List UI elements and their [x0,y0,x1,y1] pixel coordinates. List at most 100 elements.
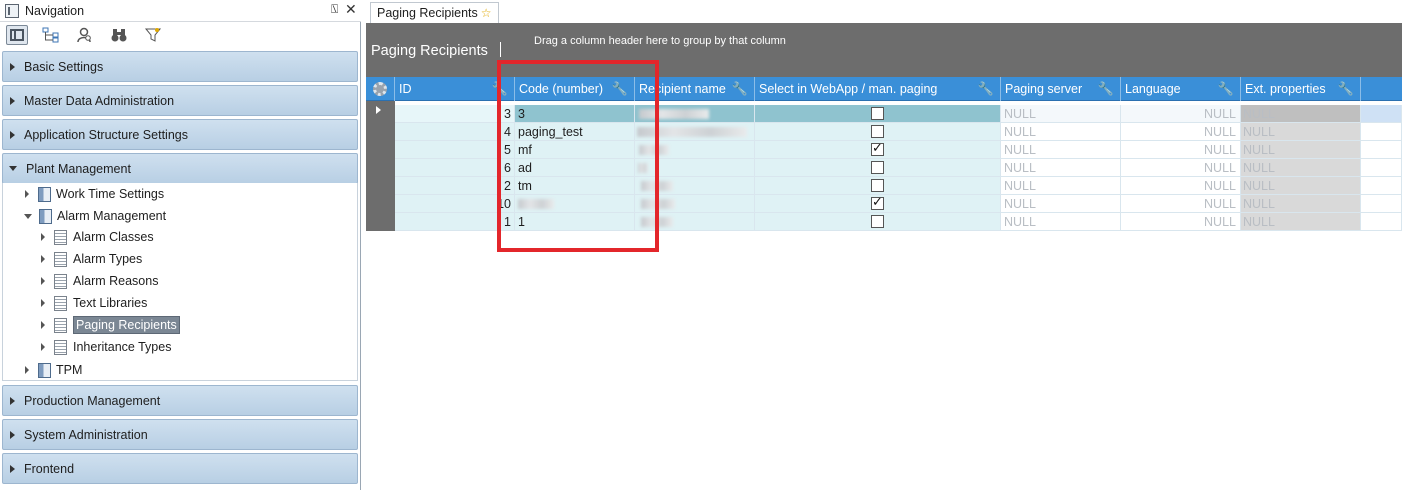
cell-paging-server[interactable]: NULL [1001,159,1121,177]
section-production-management[interactable]: Production Management [2,385,358,416]
table-row[interactable]: 4 paging_test NULL NULL NULL [395,123,1402,141]
table-row[interactable]: 6 ad NULL NULL NULL [395,159,1402,177]
checkbox-checked[interactable] [871,195,884,210]
section-frontend[interactable]: Frontend [2,453,358,484]
cell-code[interactable]: 3 [515,105,635,123]
cell-language[interactable]: NULL [1121,213,1241,231]
cell-code[interactable]: tm [515,177,635,195]
hierarchy-icon[interactable] [40,25,62,45]
checkbox-checked[interactable] [871,141,884,156]
cell-paging-server[interactable]: NULL [1001,213,1121,231]
cell-code[interactable]: paging_test [515,123,635,141]
column-header-paging-server[interactable]: Paging server 🔧 [1001,77,1121,101]
wrench-icon[interactable]: 🔧 [492,81,508,97]
column-header-select-webapp[interactable]: Select in WebApp / man. paging 🔧 [755,77,1001,101]
cell-select[interactable] [755,195,1001,213]
cell-ext-properties[interactable]: NULL [1241,177,1361,195]
cell-select[interactable] [755,105,1001,123]
cell-recipient-name[interactable] [635,123,755,141]
wrench-icon[interactable]: 🔧 [732,81,748,97]
cell-select[interactable] [755,177,1001,195]
checkbox[interactable] [871,179,884,192]
cell-ext-properties[interactable]: NULL [1241,213,1361,231]
checkbox[interactable] [871,107,884,120]
cell-recipient-name[interactable] [635,105,755,123]
cell-select[interactable] [755,123,1001,141]
table-row[interactable]: 10 NULL NULL NULL [395,195,1402,213]
expand-arrow-icon[interactable] [25,190,29,198]
tree-item-work-time-settings[interactable]: Work Time Settings [25,184,164,204]
tree-item-alarm-management[interactable]: Alarm Management [24,206,166,226]
expand-arrow-icon[interactable] [41,277,45,285]
binoculars-icon[interactable] [108,25,130,45]
column-header-recipient-name[interactable]: Recipient name 🔧 [635,77,755,101]
cell-code[interactable] [515,195,635,213]
cell-recipient-name[interactable] [635,213,755,231]
cell-language[interactable]: NULL [1121,195,1241,213]
cell-code[interactable]: ad [515,159,635,177]
tree-item-inheritance-types[interactable]: Inheritance Types [41,337,171,357]
grid-settings-button[interactable] [366,77,395,101]
pin-icon[interactable]: ⍂ [331,2,338,17]
view-icon[interactable] [6,25,28,45]
cell-paging-server[interactable]: NULL [1001,105,1121,123]
tree-item-alarm-types[interactable]: Alarm Types [41,249,142,269]
expand-arrow-icon[interactable] [41,343,45,351]
tree-item-paging-recipients[interactable]: Paging Recipients [41,315,180,335]
wrench-icon[interactable]: 🔧 [978,81,994,97]
collapse-arrow-icon[interactable] [24,213,32,219]
wrench-icon[interactable]: 🔧 [1098,81,1114,97]
section-basic-settings[interactable]: Basic Settings [2,51,358,82]
tree-item-text-libraries[interactable]: Text Libraries [41,293,147,313]
cell-ext-properties[interactable]: NULL [1241,195,1361,213]
cell-paging-server[interactable]: NULL [1001,195,1121,213]
expand-arrow-icon[interactable] [41,299,45,307]
cell-ext-properties[interactable]: NULL [1241,141,1361,159]
cell-recipient-name[interactable] [635,141,755,159]
cell-paging-server[interactable]: NULL [1001,123,1121,141]
cell-id[interactable]: 6 [395,159,515,177]
wrench-icon[interactable]: 🔧 [612,81,628,97]
expand-arrow-icon[interactable] [41,321,45,329]
cell-paging-server[interactable]: NULL [1001,141,1121,159]
cell-id[interactable]: 4 [395,123,515,141]
cell-id[interactable]: 5 [395,141,515,159]
group-by-panel[interactable]: Paging Recipients Drag a column header h… [366,23,1402,77]
table-row[interactable]: 3 3 NULL NULL NULL [395,105,1402,123]
close-icon[interactable]: ✕ [345,1,357,18]
wrench-icon[interactable]: 🔧 [1218,81,1234,97]
cell-language[interactable]: NULL [1121,177,1241,195]
cell-paging-server[interactable]: NULL [1001,177,1121,195]
section-plant-management[interactable]: Plant Management [2,153,358,184]
cell-id[interactable]: 3 [395,105,515,123]
checkbox[interactable] [871,161,884,174]
tree-item-tpm[interactable]: TPM [25,360,82,380]
cell-select[interactable] [755,159,1001,177]
expand-arrow-icon[interactable] [25,366,29,374]
cell-ext-properties[interactable]: NULL [1241,123,1361,141]
cell-id[interactable]: 2 [395,177,515,195]
cell-select[interactable] [755,141,1001,159]
tree-item-alarm-classes[interactable]: Alarm Classes [41,227,154,247]
cell-id[interactable]: 10 [395,195,515,213]
favorite-star-icon[interactable]: ☆ [481,6,492,20]
column-header-language[interactable]: Language 🔧 [1121,77,1241,101]
checkbox[interactable] [871,215,884,228]
cell-code[interactable]: 1 [515,213,635,231]
cell-recipient-name[interactable] [635,195,755,213]
table-row[interactable]: 1 1 NULL NULL NULL [395,213,1402,231]
cell-language[interactable]: NULL [1121,105,1241,123]
expand-arrow-icon[interactable] [41,255,45,263]
cell-language[interactable]: NULL [1121,159,1241,177]
cell-id[interactable]: 1 [395,213,515,231]
cell-select[interactable] [755,213,1001,231]
cell-ext-properties[interactable]: NULL [1241,105,1361,123]
checkbox[interactable] [871,125,884,138]
filter-icon[interactable] [142,25,164,45]
tree-item-alarm-reasons[interactable]: Alarm Reasons [41,271,158,291]
column-header-id[interactable]: ID 🔧 [395,77,515,101]
section-master-data-administration[interactable]: Master Data Administration [2,85,358,116]
cell-language[interactable]: NULL [1121,123,1241,141]
expand-arrow-icon[interactable] [41,233,45,241]
cell-code[interactable]: mf [515,141,635,159]
